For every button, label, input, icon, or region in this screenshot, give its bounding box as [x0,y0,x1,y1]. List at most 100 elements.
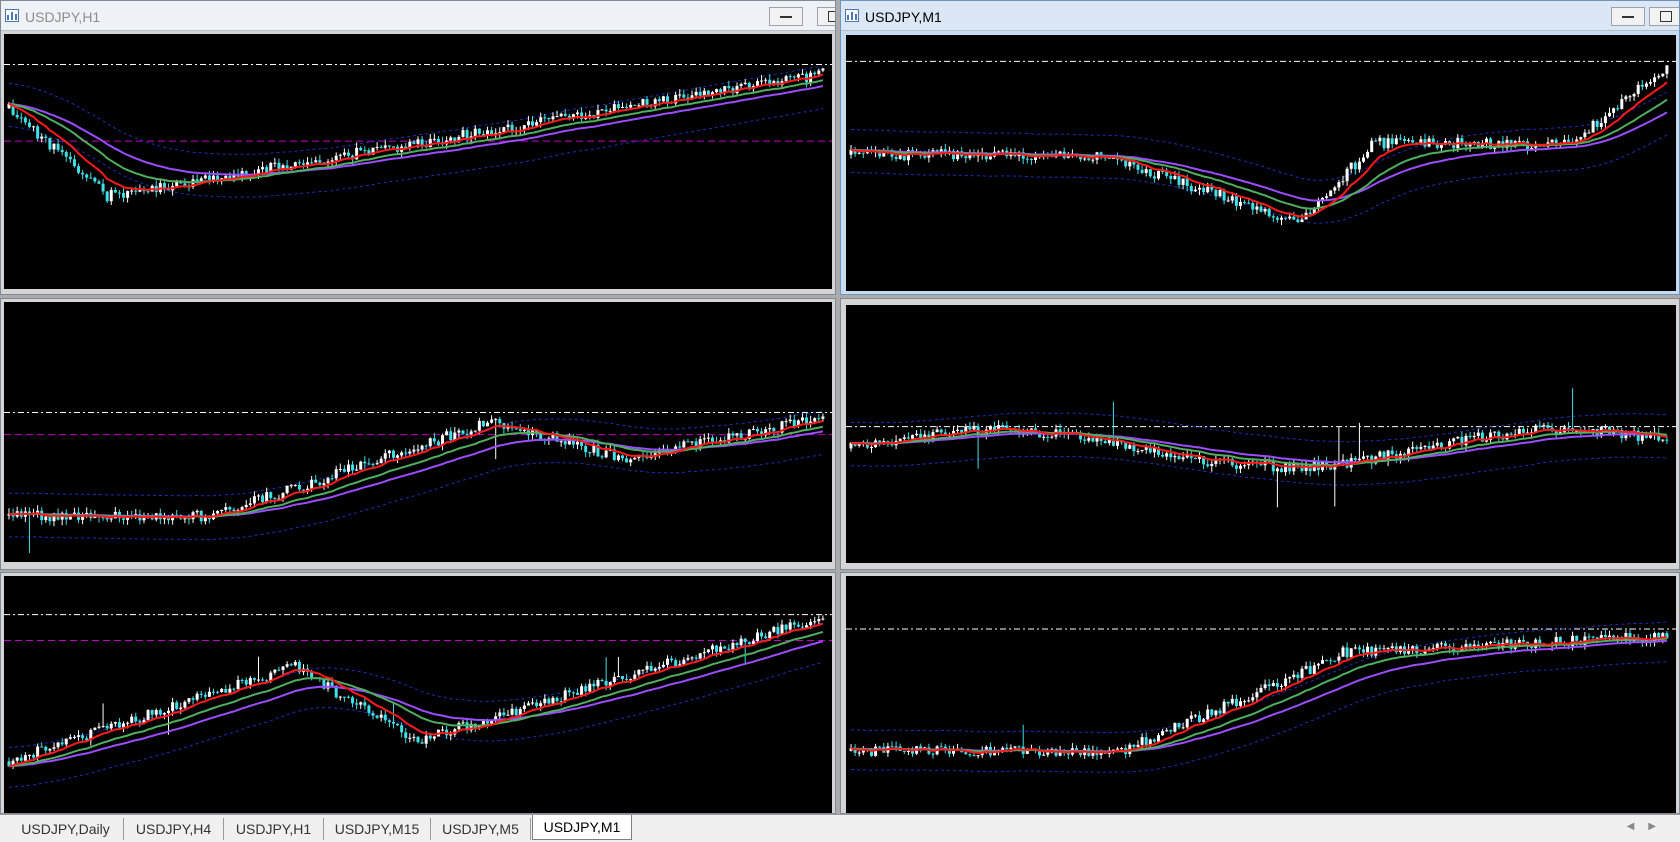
tab-usdjpy-m5[interactable]: USDJPY,M5 [431,818,531,840]
candle-body [1009,747,1013,749]
candle-body [768,631,772,638]
candle-body [379,146,383,148]
candle-body [64,152,68,157]
candle-body [428,438,432,447]
price-chart[interactable] [4,302,832,562]
candle-body [252,678,256,680]
candle-body [621,676,624,679]
candle-body [1124,442,1128,449]
chart-window-middle-right[interactable] [840,298,1680,570]
ma-fast-line [850,636,1667,754]
candle-body [383,145,387,148]
minimize-button[interactable] [769,7,803,26]
chart-window-middle-left[interactable] [0,298,836,570]
candle-body [817,619,821,622]
candle-body [821,618,825,620]
price-chart[interactable] [4,34,832,289]
candle-body [1583,132,1587,138]
candle-body [939,746,943,748]
candle-body [1243,701,1247,703]
candle-body [1083,158,1087,160]
candle-body [596,680,600,687]
candle-body [678,446,682,448]
candle-body [334,469,338,479]
candle-body [1349,648,1353,658]
candle-body [1427,445,1431,449]
candle-body [1198,715,1201,723]
chart-window-icon [5,9,19,22]
candle-body [1452,438,1456,442]
candle-body [563,113,567,116]
candle-body [1152,176,1156,179]
candle-body [1362,456,1365,459]
tab-usdjpy-m15[interactable]: USDJPY,M15 [324,818,431,840]
chart-window-bottom-left[interactable] [0,572,836,814]
minimize-button[interactable] [1611,7,1645,26]
restore-button[interactable] [1649,7,1679,26]
candle-body [416,139,420,144]
candle-body [906,750,910,752]
candle-body [359,702,363,705]
candle-body [1046,752,1050,755]
candle-body [1013,746,1017,748]
candle-body [138,721,142,723]
arrow-right-icon[interactable]: ▶ [1648,821,1670,832]
title-bar[interactable]: USDJPY,H1 [1,1,835,31]
candle-body [522,429,526,431]
candle-body [964,752,968,755]
price-chart[interactable] [846,576,1676,813]
price-chart[interactable] [4,576,832,813]
chart-window-bottom-right[interactable] [840,572,1680,814]
candle-body [956,429,960,431]
candle-body [420,742,424,744]
candle-body [1189,715,1193,719]
candle-body [710,437,714,442]
restore-button[interactable] [817,7,835,26]
chart-window-usdjpy-m1[interactable]: USDJPY,M1 [840,0,1680,295]
candle-body [1521,639,1525,642]
price-chart[interactable] [846,305,1676,563]
candle-body [588,683,592,692]
candle-body [400,725,404,733]
candle-body [236,679,240,689]
tab-usdjpy-h1[interactable]: USDJPY,H1 [224,818,324,840]
candle-body [346,152,350,156]
arrow-left-icon[interactable]: ◀ [1627,821,1649,832]
candle-body [1567,427,1570,429]
candle-body [265,492,269,503]
candle-body [72,736,76,738]
tab-usdjpy-h4[interactable]: USDJPY,H4 [124,818,224,840]
candle-body [490,419,494,423]
tab-usdjpy-daily[interactable]: USDJPY,Daily [8,818,124,840]
candle-body [1353,162,1357,170]
candle-body [788,419,792,422]
candle-body [723,646,727,649]
candle-body [281,666,285,670]
candle-body [641,99,645,106]
candle-body [796,624,800,627]
candle-body [232,509,236,512]
candle-body [600,109,604,111]
candle-body [387,450,391,454]
candle-body [77,166,81,173]
candle-body [1157,735,1160,742]
candle-body [1538,425,1542,427]
candle-body [813,621,817,623]
candle-body [494,419,498,421]
candle-body [935,429,939,433]
candle-body [576,112,580,115]
candle-body [428,735,432,739]
candle-body [1333,660,1337,662]
candle-body [1177,175,1181,185]
tab-usdjpy-m1[interactable]: USDJPY,M1 [532,815,632,840]
candle-body [1173,456,1177,458]
price-chart[interactable] [846,35,1676,291]
candle-body [269,492,273,498]
title-bar[interactable]: USDJPY,M1 [841,1,1679,31]
chart-window-usdjpy-h1[interactable]: USDJPY,H1 [0,0,836,295]
candle-body [1284,678,1288,686]
candle-body [412,736,416,738]
candle-body [743,82,747,85]
candle-body [665,96,669,103]
candle-body [461,722,465,724]
